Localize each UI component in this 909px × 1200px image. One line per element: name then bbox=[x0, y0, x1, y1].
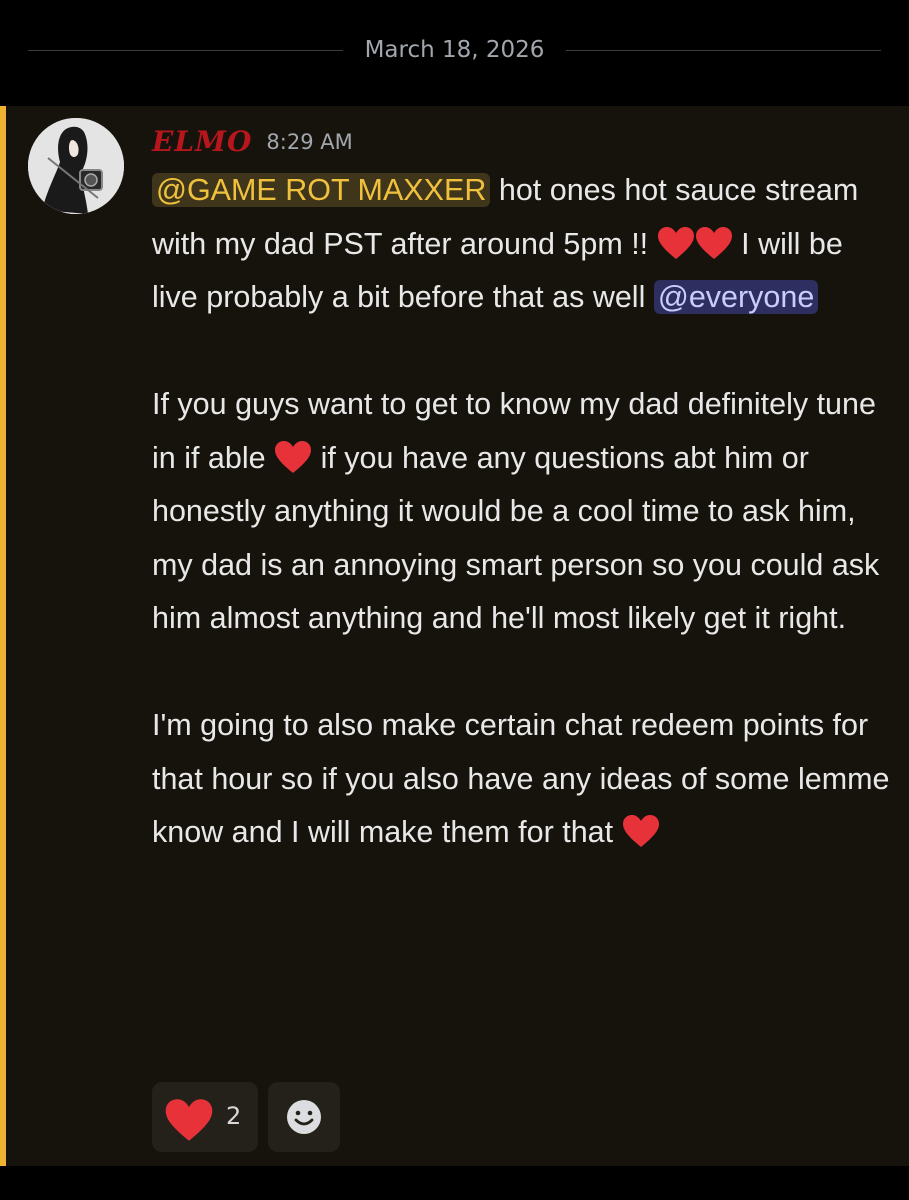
mention-highlight-bar bbox=[0, 106, 6, 1166]
divider-line-right bbox=[566, 50, 881, 51]
user-mention[interactable]: @GAME ROT MAXXER bbox=[152, 173, 491, 207]
everyone-mention[interactable]: @everyone bbox=[653, 280, 819, 314]
message-paragraph-3: I'm going to also make certain chat rede… bbox=[152, 699, 892, 860]
add-reaction-smiley-icon bbox=[287, 1100, 321, 1134]
message-header: ELMO 8:29 AM bbox=[152, 124, 353, 164]
message-content: @GAME ROT MAXXER hot ones hot sauce stre… bbox=[152, 164, 892, 860]
heart-emoji-icon bbox=[695, 226, 733, 260]
date-divider: March 18, 2026 bbox=[0, 0, 909, 106]
chat-message[interactable]: ELMO 8:29 AM @GAME ROT MAXXER hot ones ho… bbox=[0, 106, 909, 1166]
avatar[interactable] bbox=[28, 118, 124, 214]
add-reaction-button[interactable] bbox=[268, 1082, 340, 1152]
heart-emoji-icon bbox=[622, 814, 660, 848]
divider-date: March 18, 2026 bbox=[364, 37, 545, 63]
message-timestamp[interactable]: 8:29 AM bbox=[266, 124, 352, 160]
message-author[interactable]: ELMO bbox=[152, 124, 252, 160]
avatar-image bbox=[28, 118, 124, 214]
reaction-count: 2 bbox=[226, 1102, 242, 1130]
message-text: I'm going to also make certain chat rede… bbox=[152, 708, 890, 849]
heart-emoji-icon bbox=[274, 440, 312, 474]
message-paragraph-1: @GAME ROT MAXXER hot ones hot sauce stre… bbox=[152, 164, 892, 325]
divider-line-left bbox=[28, 50, 343, 51]
message-paragraph-2: If you guys want to get to know my dad d… bbox=[152, 378, 892, 646]
heart-emoji-icon bbox=[164, 1098, 214, 1142]
heart-emoji-icon bbox=[657, 226, 695, 260]
heart-reaction-button[interactable]: 2 bbox=[152, 1082, 258, 1152]
